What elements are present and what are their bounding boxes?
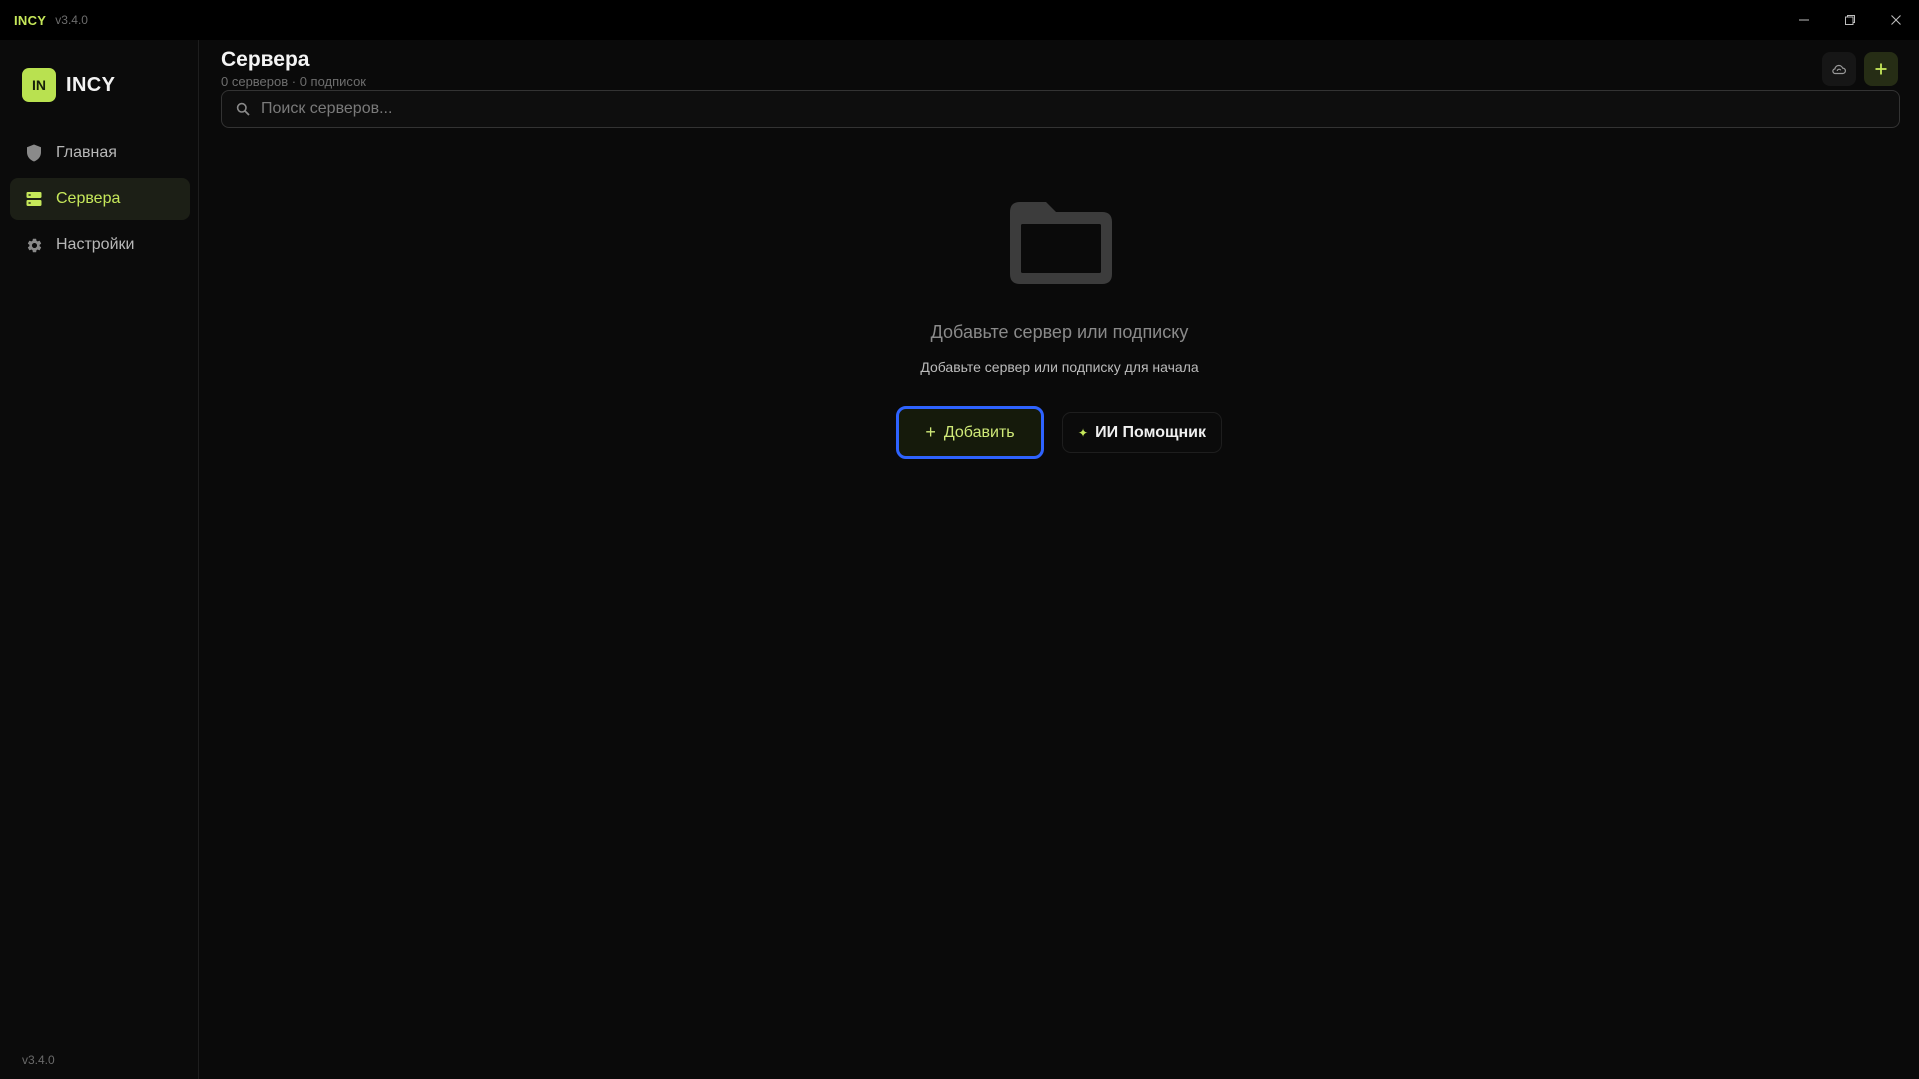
add-server-button[interactable] — [1864, 52, 1898, 86]
sidebar-item-label: Главная — [56, 144, 117, 161]
sparkle-icon: ✦ — [1078, 425, 1089, 440]
shield-icon — [25, 144, 43, 162]
search-icon — [236, 101, 252, 117]
page-subtitle: 0 серверов · 0 подписок — [221, 74, 366, 89]
title-bar: INCY v3.4.0 — [0, 0, 1919, 40]
sidebar-version: v3.4.0 — [22, 1053, 55, 1067]
sidebar-item-home[interactable]: Главная — [10, 132, 190, 174]
app-logo: IN — [22, 68, 56, 102]
close-icon — [1891, 15, 1901, 25]
brand-name: INCY — [66, 73, 116, 96]
sync-button[interactable] — [1822, 52, 1856, 86]
add-button-label: Добавить — [943, 423, 1015, 441]
main-content: Сервера 0 серверов · 0 подписок Добавьте… — [200, 40, 1919, 1079]
maximize-button[interactable] — [1827, 0, 1873, 40]
sidebar-item-servers[interactable]: Сервера — [10, 178, 190, 220]
sidebar-item-label: Настройки — [56, 236, 135, 253]
ai-assistant-label: ИИ Помощник — [1095, 423, 1206, 441]
empty-state-subtitle: Добавьте сервер или подписку для начала — [920, 359, 1199, 375]
sidebar-item-settings[interactable]: Настройки — [10, 224, 190, 266]
restore-icon — [1845, 15, 1855, 25]
minimize-button[interactable] — [1781, 0, 1827, 40]
gear-icon — [25, 236, 43, 254]
sidebar: IN INCY Главная Сервера Настройки v3.4.0 — [0, 40, 199, 1079]
server-icon — [25, 190, 43, 208]
search-bar — [221, 90, 1900, 128]
ai-assistant-button[interactable]: ✦ ИИ Помощник — [1062, 412, 1222, 453]
add-button[interactable]: + Добавить — [896, 406, 1044, 459]
folder-icon — [1006, 198, 1116, 286]
close-button[interactable] — [1873, 0, 1919, 40]
plus-icon: + — [925, 422, 936, 442]
sidebar-brand: IN INCY — [22, 68, 115, 102]
minimize-icon — [1799, 19, 1809, 21]
search-input[interactable] — [261, 94, 1899, 124]
sidebar-nav: Главная Сервера Настройки — [10, 132, 190, 270]
empty-state-title: Добавьте сервер или подписку — [930, 322, 1189, 342]
page-title: Сервера — [221, 48, 310, 71]
sidebar-item-label: Сервера — [56, 190, 121, 207]
window-controls — [1781, 0, 1919, 40]
plus-icon — [1875, 63, 1887, 75]
titlebar-app-name: INCY — [14, 12, 47, 28]
titlebar-version: v3.4.0 — [55, 13, 88, 27]
cloud-sync-icon — [1832, 64, 1846, 75]
